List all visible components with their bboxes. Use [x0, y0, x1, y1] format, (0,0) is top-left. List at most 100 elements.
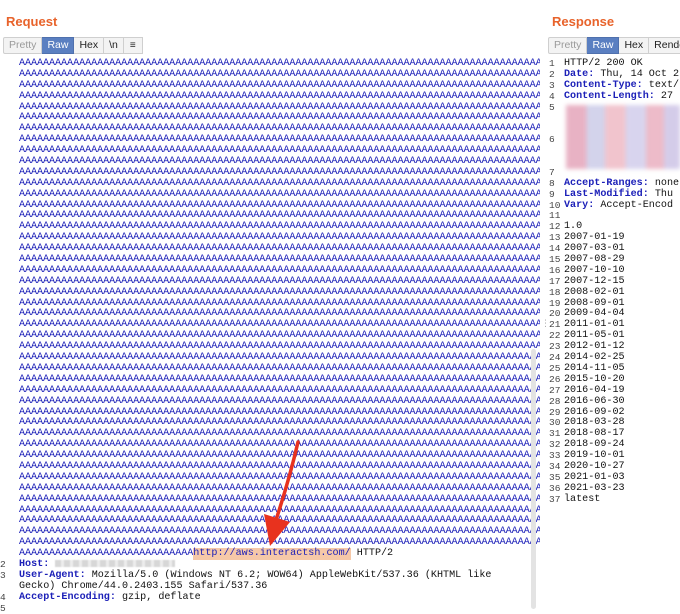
line-value: Accept-Encod: [594, 199, 674, 211]
request-line: AAAAAAAAAAAAAAAAAAAAAAAAAAAAAAAAAAAAAAAA…: [0, 493, 540, 506]
request-line-content: AAAAAAAAAAAAAAAAAAAAAAAAAAAAAhttp://aws.…: [19, 548, 394, 561]
line-value: Thu: [648, 188, 674, 200]
line-value: 2020-10-27: [564, 460, 625, 472]
tab-raw[interactable]: Raw: [587, 37, 620, 54]
response-view-toolbar: PrettyRawHexRende: [548, 37, 680, 54]
line-value: 2019-10-01: [564, 450, 625, 462]
header-value: gzip, deflate: [115, 591, 201, 603]
redacted-host-value: [55, 559, 176, 567]
line-value: 1.0: [564, 221, 583, 233]
line-value: 2009-04-04: [564, 308, 625, 320]
request-body-filler: AAAAAAAAAAAAAAAAAAAAAAAAAAAAAAAAAAAAAAAA…: [19, 286, 540, 298]
line-value: 2016-04-19: [564, 384, 625, 396]
line-value: 2014-02-25: [564, 352, 625, 364]
line-value: 2007-12-15: [564, 275, 625, 287]
redacted-response-content: [566, 104, 680, 169]
request-line: AAAAAAAAAAAAAAAAAAAAAAAAAAAAAhttp://aws.…: [0, 548, 540, 561]
line-value: 2016-06-30: [564, 395, 625, 407]
request-view-toolbar: Pretty Raw Hex \n ≡: [3, 37, 143, 54]
request-protocol: HTTP/2: [350, 548, 394, 560]
line-value: 2012-01-12: [564, 341, 625, 353]
tab-raw[interactable]: Raw: [42, 37, 75, 54]
line-value: 2007-03-01: [564, 243, 625, 255]
request-line: AAAAAAAAAAAAAAAAAAAAAAAAAAAAAAAAAAAAAAAA…: [0, 396, 540, 408]
line-value: 2018-03-28: [564, 417, 625, 429]
line-number: 6: [549, 134, 555, 146]
request-body-filler: AAAAAAAAAAAAAAAAAAAAAAAAAAAAAAAAAAAAAAAA…: [19, 90, 540, 102]
request-url[interactable]: http://aws.interactsh.com/: [193, 548, 351, 561]
tab-pretty[interactable]: Pretty: [3, 37, 43, 54]
line-value: HTTP/2 200 OK: [564, 58, 643, 69]
line-number: 37: [549, 493, 561, 505]
header-name: Last-Modified:: [564, 188, 649, 200]
request-line: AAAAAAAAAAAAAAAAAAAAAAAAAAAAAAAAAAAAAAAA…: [0, 482, 540, 495]
header-name: Vary:: [564, 199, 595, 211]
request-body-filler: AAAAAAAAAAAAAAAAAAAAAAAAAAAAA: [19, 548, 194, 560]
line-number: 36: [549, 482, 561, 494]
response-pane: Response PrettyRawHexRende 1HTTP/2 200 O…: [548, 0, 680, 614]
request-body-filler: AAAAAAAAAAAAAAAAAAAAAAAAAAAAAAAAAAAAAAAA…: [19, 188, 540, 200]
response-line-content: Content-Length: 27: [564, 90, 674, 103]
header-name: User-Agent:: [19, 569, 86, 581]
line-value: 27: [654, 90, 674, 102]
pane-divider[interactable]: [540, 0, 548, 614]
line-value: none: [648, 177, 680, 189]
response-line: 4 Content-Length: 27: [548, 90, 680, 103]
request-editor[interactable]: AAAAAAAAAAAAAAAAAAAAAAAAAAAAAAAAAAAAAAAA…: [0, 58, 540, 614]
response-line-content: Vary: Accept-Encod: [564, 199, 674, 212]
line-value: text/: [642, 79, 680, 91]
line-value: 2007-01-19: [564, 232, 625, 244]
line-number: 27: [549, 384, 561, 396]
header-name: Accept-Ranges:: [564, 177, 649, 189]
tab-pretty[interactable]: Pretty: [548, 37, 588, 54]
line-number: 18: [549, 286, 561, 298]
request-scrollbar-thumb[interactable]: [531, 349, 536, 609]
line-value: 2021-03-23: [564, 482, 625, 494]
tab-n[interactable]: \n: [104, 37, 124, 54]
request-body-filler: AAAAAAAAAAAAAAAAAAAAAAAAAAAAAAAAAAAAAAAA…: [19, 384, 540, 396]
request-line: AAAAAAAAAAAAAAAAAAAAAAAAAAAAAAAAAAAAAAAA…: [0, 286, 540, 299]
response-title: Response: [552, 14, 615, 29]
request-title: Request: [6, 14, 58, 29]
line-value: 2008-09-01: [564, 297, 625, 309]
line-value: 2021-01-03: [564, 471, 625, 483]
line-number: 5: [0, 602, 6, 614]
request-header-line: 5: [0, 602, 540, 614]
line-value: 2014-11-05: [564, 362, 625, 374]
response-editor[interactable]: 1 HTTP/2 200 OK 2 Date: Thu, 14 Oct 2 3 Conte…: [548, 58, 680, 614]
line-number: 3: [0, 569, 6, 581]
line-value: latest: [564, 493, 601, 505]
request-header-line: 4 Accept-Encoding: gzip, deflate: [0, 591, 540, 604]
line-value: 2015-10-20: [564, 373, 625, 385]
response-line: 37 latest: [548, 493, 680, 506]
header-value: Mozilla/5.0 (Windows NT 6.2; WOW64) Appl…: [85, 569, 492, 581]
line-value: 2011-05-01: [564, 330, 625, 342]
menu-icon[interactable]: ≡: [123, 37, 143, 54]
line-value: 2018-09-24: [564, 439, 625, 451]
tab-hex[interactable]: Hex: [74, 37, 105, 54]
header-name: Content-Length:: [564, 90, 655, 102]
line-number: 4: [549, 90, 555, 102]
request-scrollbar[interactable]: [530, 59, 538, 614]
header-name: Accept-Encoding:: [19, 591, 116, 603]
tab-hex[interactable]: Hex: [619, 37, 650, 54]
header-name: Host:: [19, 559, 50, 571]
line-number: 9: [549, 188, 555, 200]
line-value: 2007-08-29: [564, 254, 625, 266]
line-value: 2011-01-01: [564, 319, 625, 331]
request-line: AAAAAAAAAAAAAAAAAAAAAAAAAAAAAAAAAAAAAAAA…: [0, 90, 540, 103]
header-value: Gecko) Chrome/44.0.2403.155 Safari/537.3…: [19, 580, 268, 592]
line-value: 2008-02-01: [564, 286, 625, 298]
line-number: 28: [549, 395, 561, 407]
response-line: 10 Vary: Accept-Encod: [548, 199, 680, 212]
line-value: Thu, 14 Oct 2: [594, 68, 680, 80]
tab-rende[interactable]: Rende: [649, 37, 680, 54]
request-body-filler: AAAAAAAAAAAAAAAAAAAAAAAAAAAAAAAAAAAAAAAA…: [19, 493, 540, 505]
header-name: Content-Type:: [564, 79, 643, 91]
request-header: Accept-Encoding: gzip, deflate: [19, 591, 201, 604]
request-line: AAAAAAAAAAAAAAAAAAAAAAAAAAAAAAAAAAAAAAAA…: [0, 188, 540, 201]
line-number: 4: [0, 591, 6, 603]
request-body-filler: AAAAAAAAAAAAAAAAAAAAAAAAAAAAAAAAAAAAAAAA…: [19, 482, 540, 494]
line-value: 2018-08-17: [564, 428, 625, 440]
line-value: 2016-09-02: [564, 406, 625, 418]
